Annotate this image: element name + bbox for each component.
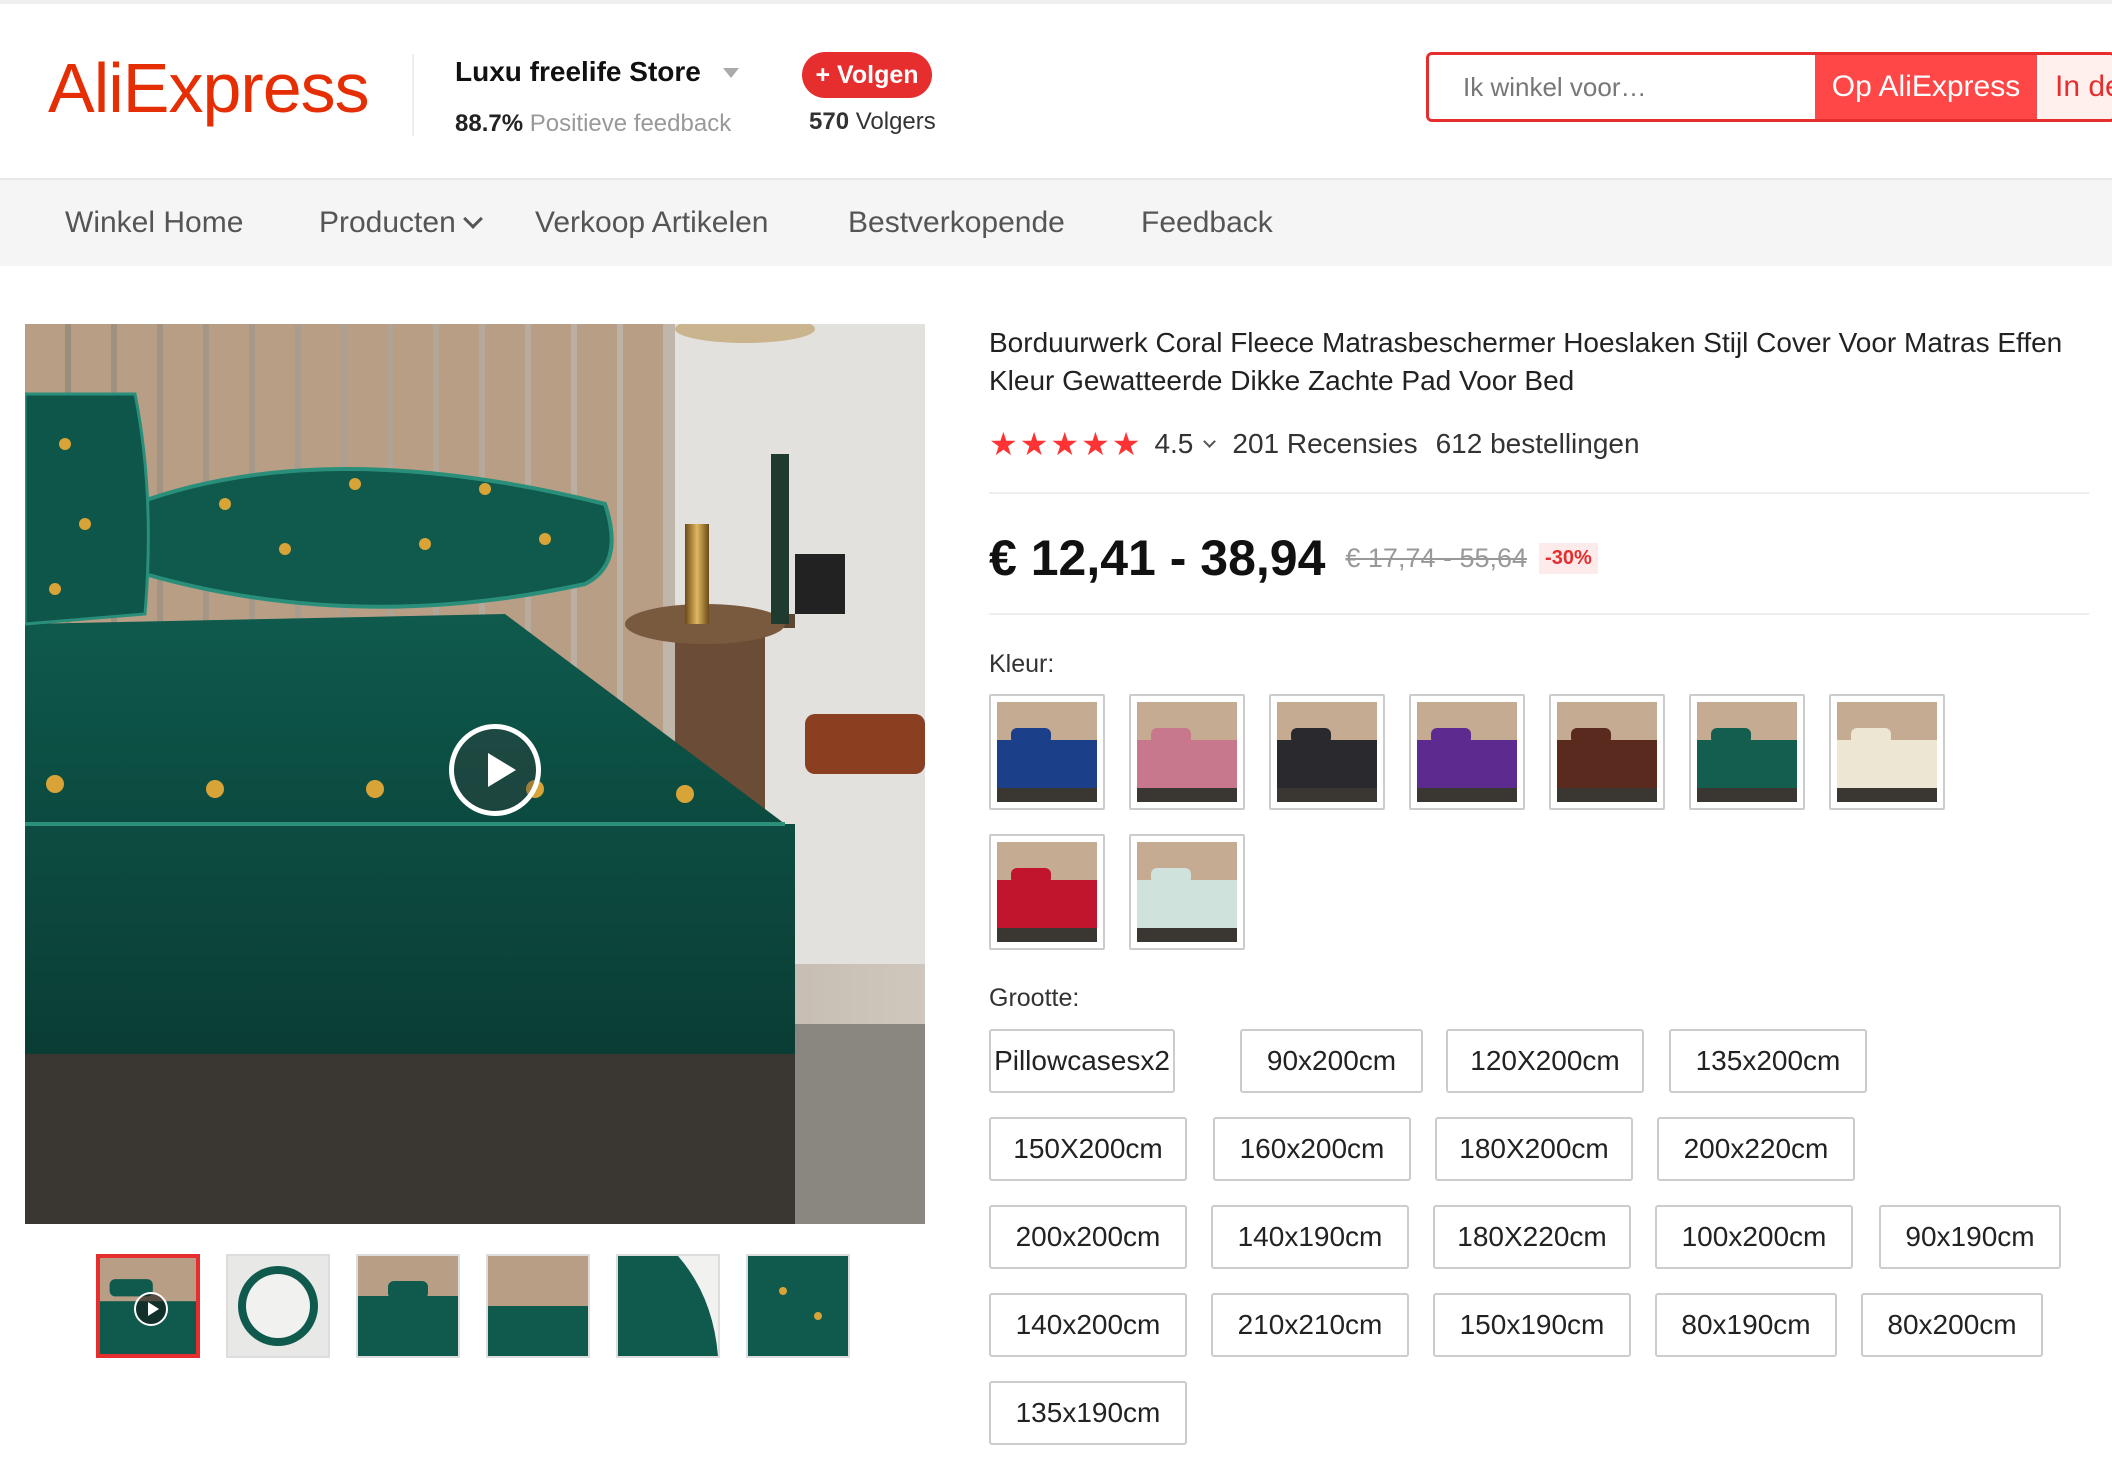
size-option[interactable]: Pillowcasesx2 [989,1029,1175,1093]
size-option[interactable]: 100x200cm [1655,1205,1853,1269]
color-swatch[interactable] [1129,834,1245,950]
size-option[interactable]: 120X200cm [1446,1029,1644,1093]
size-option[interactable]: 200x220cm [1657,1117,1855,1181]
discount-badge: -30% [1539,542,1598,574]
color-swatch[interactable] [989,834,1105,950]
main-product-image[interactable] [25,324,925,1224]
size-option[interactable]: 150x190cm [1433,1293,1631,1357]
size-option[interactable]: 135x200cm [1669,1029,1867,1093]
thumbnail-image [228,1256,328,1356]
aliexpress-logo[interactable]: AliExpress [48,48,370,128]
current-price: € 12,41 - 38,94 [989,530,1326,586]
reviews-count[interactable]: 201 Recensies [1232,428,1417,460]
swatch-image [1417,702,1517,802]
price-row: € 12,41 - 38,94 € 17,74 - 55,64 -30% [989,528,1598,588]
nav-feedback[interactable]: Feedback [1141,180,1273,266]
nav-producten-label: Producten [319,206,456,239]
search-bar: Op AliExpress In deze winkel [1426,52,2112,122]
size-option[interactable]: 140x200cm [989,1293,1187,1357]
swatch-image [1697,702,1797,802]
size-option[interactable]: 180X220cm [1433,1205,1631,1269]
rating-chevron-down-icon[interactable] [1203,434,1217,448]
size-option[interactable]: 140x190cm [1211,1205,1409,1269]
original-price: € 17,74 - 55,64 [1345,542,1528,573]
swatch-image [1557,702,1657,802]
search-aliexpress-button[interactable]: Op AliExpress [1815,55,2037,119]
size-option[interactable]: 210x210cm [1211,1293,1409,1357]
feedback-label: Positieve feedback [529,110,732,137]
swatch-image [997,702,1097,802]
star-rating-icon: ★★★★★ [989,426,1143,462]
search-input[interactable] [1429,55,1815,119]
nav-bestverkopende[interactable]: Bestverkopende [848,180,1065,266]
thumbnail-image [358,1256,458,1356]
swatch-image [1137,702,1237,802]
size-option[interactable]: 90x190cm [1879,1205,2061,1269]
followers-count: 570 Volgers [809,108,936,136]
swatch-image [1837,702,1937,802]
store-feedback: 88.7% Positieve feedback [455,110,731,138]
nav-winkel-home[interactable]: Winkel Home [65,180,243,266]
rating-row: ★★★★★ 4.5 201 Recensies 612 bestellingen [989,424,1640,464]
rating-value[interactable]: 4.5 [1154,428,1193,460]
header-divider [412,54,414,136]
size-option[interactable]: 135x190cm [989,1381,1187,1445]
orders-count: 612 bestellingen [1435,428,1640,459]
size-label: Grootte: [989,984,1080,1012]
thumbnail-image [748,1256,848,1356]
store-header: AliExpress Luxu freelife Store 88.7% Pos… [0,4,2112,180]
size-option[interactable]: 180X200cm [1435,1117,1633,1181]
thumbnail-4[interactable] [486,1254,590,1358]
color-swatch[interactable] [1269,694,1385,810]
followers-label: Volgers [855,108,936,135]
color-swatch[interactable] [1129,694,1245,810]
thumbnail-1[interactable] [96,1254,200,1358]
color-swatch[interactable] [1549,694,1665,810]
size-option[interactable]: 80x190cm [1655,1293,1837,1357]
chevron-down-icon [462,209,483,229]
store-name[interactable]: Luxu freelife Store [455,56,701,88]
color-swatch[interactable] [989,694,1105,810]
thumbnail-6[interactable] [746,1254,850,1358]
thumbnail-image [618,1256,718,1356]
divider [989,492,2089,494]
thumbnail-play-icon [134,1292,168,1326]
swatch-image [997,842,1097,942]
product-title: Borduurwerk Coral Fleece Matrasbescherme… [989,327,2063,396]
feedback-percent: 88.7% [455,110,524,137]
size-option[interactable]: 150X200cm [989,1117,1187,1181]
follow-button[interactable]: + Volgen [802,52,932,98]
size-option[interactable]: 80x200cm [1861,1293,2043,1357]
thumbnail-image [488,1256,588,1356]
swatch-image [1277,702,1377,802]
thumbnail-3[interactable] [356,1254,460,1358]
followers-number: 570 [809,108,850,135]
color-swatch[interactable] [1829,694,1945,810]
nav-verkoop-artikelen[interactable]: Verkoop Artikelen [535,180,768,266]
size-option[interactable]: 90x200cm [1240,1029,1423,1093]
store-dropdown-caret-icon[interactable] [723,68,739,78]
size-option[interactable]: 200x200cm [989,1205,1187,1269]
nav-producten[interactable]: Producten [319,180,483,266]
swatch-image [1137,842,1237,942]
thumbnail-2[interactable] [226,1254,330,1358]
store-nav: Winkel Home Producten Verkoop Artikelen … [0,180,2112,266]
play-video-icon[interactable] [449,724,541,816]
color-swatch[interactable] [1689,694,1805,810]
color-swatch[interactable] [1409,694,1525,810]
size-option[interactable]: 160x200cm [1213,1117,1411,1181]
color-label: Kleur: [989,650,1055,678]
divider [989,613,2089,615]
search-store-button[interactable]: In deze winkel [2039,55,2112,119]
thumbnail-5[interactable] [616,1254,720,1358]
